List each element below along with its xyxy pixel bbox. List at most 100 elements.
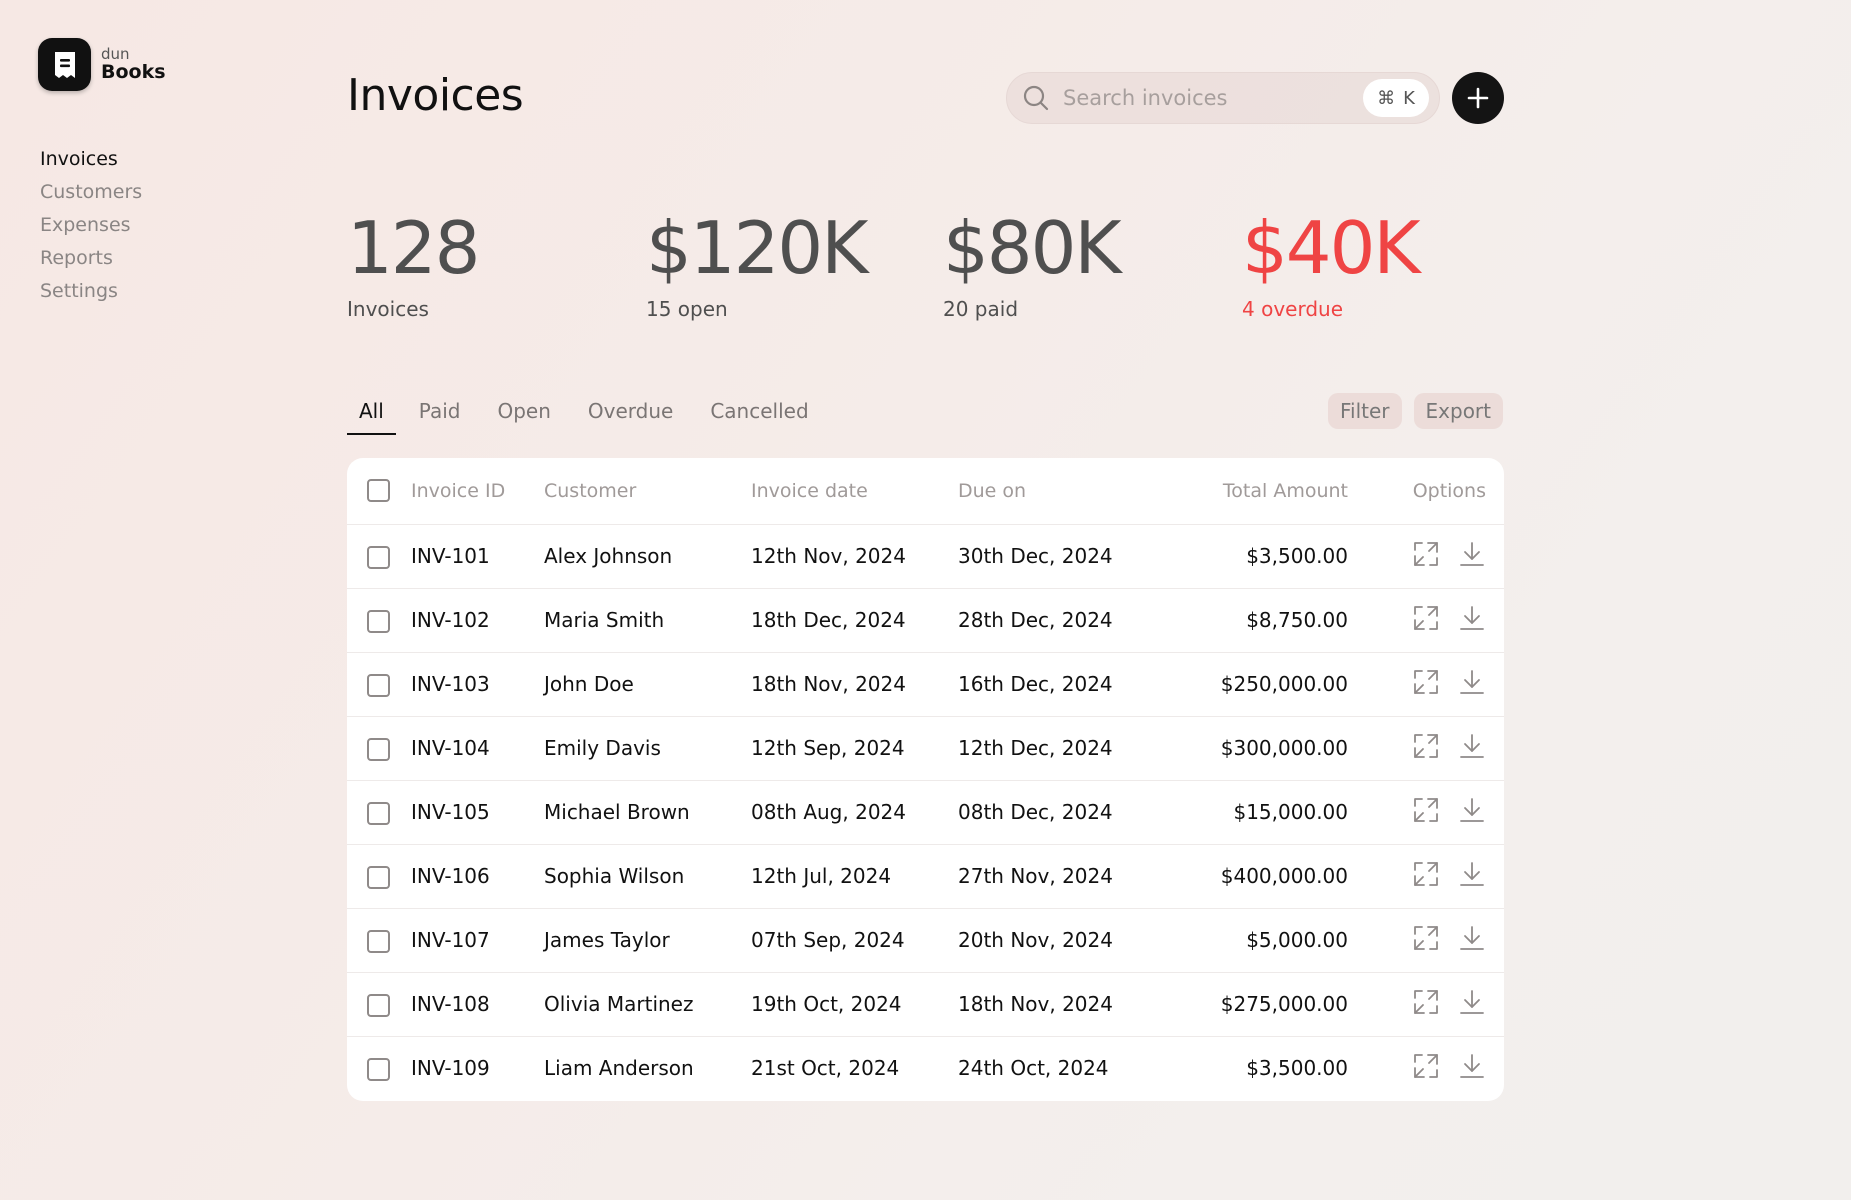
row-checkbox[interactable] bbox=[367, 1057, 390, 1081]
sidebar-nav: Invoices Customers Expenses Reports Sett… bbox=[40, 143, 142, 308]
customer-name: Olivia Martinez bbox=[544, 992, 694, 1016]
total-amount: $8,750.00 bbox=[1246, 608, 1348, 632]
due-date: 20th Nov, 2024 bbox=[958, 928, 1113, 952]
table-row[interactable]: INV-103 John Doe 18th Nov, 2024 16th Dec… bbox=[347, 652, 1504, 716]
stat-total-invoices: 128 Invoices bbox=[347, 205, 480, 321]
table-row[interactable]: INV-108 Olivia Martinez 19th Oct, 2024 1… bbox=[347, 972, 1504, 1036]
row-checkbox[interactable] bbox=[367, 673, 390, 697]
table-row[interactable]: INV-106 Sophia Wilson 12th Jul, 2024 27t… bbox=[347, 844, 1504, 908]
brand[interactable]: dun Books bbox=[38, 38, 166, 91]
due-date: 16th Dec, 2024 bbox=[958, 672, 1113, 696]
total-amount: $400,000.00 bbox=[1220, 864, 1348, 888]
sidebar-item-invoices[interactable]: Invoices bbox=[40, 143, 142, 176]
row-checkbox[interactable] bbox=[367, 993, 390, 1017]
row-checkbox[interactable] bbox=[367, 865, 390, 889]
filter-button[interactable]: Filter bbox=[1328, 393, 1402, 429]
invoices-table: Invoice ID Customer Invoice date Due on … bbox=[347, 458, 1504, 1101]
total-amount: $3,500.00 bbox=[1246, 1056, 1348, 1081]
download-icon[interactable] bbox=[1458, 540, 1486, 568]
search-icon bbox=[1021, 83, 1051, 113]
column-header-invoice-date[interactable]: Invoice date bbox=[751, 458, 958, 524]
total-amount: $275,000.00 bbox=[1220, 992, 1348, 1016]
due-date: 28th Dec, 2024 bbox=[958, 608, 1113, 632]
stat-value: $80K bbox=[943, 206, 1122, 290]
tab-overdue[interactable]: Overdue bbox=[588, 393, 673, 435]
due-date: 24th Oct, 2024 bbox=[958, 1056, 1109, 1081]
invoice-date: 19th Oct, 2024 bbox=[751, 992, 902, 1016]
column-header-customer[interactable]: Customer bbox=[544, 458, 751, 524]
customer-name: Alex Johnson bbox=[544, 544, 673, 568]
invoice-date: 12th Sep, 2024 bbox=[751, 736, 905, 760]
download-icon[interactable] bbox=[1458, 668, 1486, 696]
tab-paid[interactable]: Paid bbox=[419, 393, 461, 435]
expand-icon[interactable] bbox=[1412, 796, 1440, 824]
tab-open[interactable]: Open bbox=[497, 393, 550, 435]
invoice-date: 08th Aug, 2024 bbox=[751, 800, 906, 824]
download-icon[interactable] bbox=[1458, 924, 1486, 952]
expand-icon[interactable] bbox=[1412, 604, 1440, 632]
tab-all[interactable]: All bbox=[347, 393, 396, 435]
download-icon[interactable] bbox=[1458, 732, 1486, 760]
stat-value: 128 bbox=[347, 206, 480, 290]
total-amount: $15,000.00 bbox=[1233, 800, 1348, 824]
sidebar-item-settings[interactable]: Settings bbox=[40, 275, 142, 308]
expand-icon[interactable] bbox=[1412, 988, 1440, 1016]
column-header-total-amount[interactable]: Total Amount bbox=[1158, 458, 1348, 524]
table-row[interactable]: INV-107 James Taylor 07th Sep, 2024 20th… bbox=[347, 908, 1504, 972]
add-invoice-button[interactable] bbox=[1452, 72, 1504, 124]
select-all-checkbox[interactable] bbox=[367, 479, 390, 503]
total-amount: $3,500.00 bbox=[1246, 544, 1348, 568]
download-icon[interactable] bbox=[1458, 1052, 1486, 1080]
invoice-date: 21st Oct, 2024 bbox=[751, 1056, 900, 1081]
table-header-row: Invoice ID Customer Invoice date Due on … bbox=[347, 458, 1504, 524]
total-amount: $250,000.00 bbox=[1220, 672, 1348, 696]
plus-icon bbox=[1466, 86, 1490, 110]
download-icon[interactable] bbox=[1458, 860, 1486, 888]
customer-name: James Taylor bbox=[544, 928, 670, 952]
row-checkbox[interactable] bbox=[367, 545, 390, 569]
table-row[interactable]: INV-102 Maria Smith 18th Dec, 2024 28th … bbox=[347, 588, 1504, 652]
row-checkbox[interactable] bbox=[367, 609, 390, 633]
expand-icon[interactable] bbox=[1412, 732, 1440, 760]
sidebar-item-expenses[interactable]: Expenses bbox=[40, 209, 142, 242]
table-row[interactable]: INV-109 Liam Anderson 21st Oct, 2024 24t… bbox=[347, 1036, 1504, 1100]
brand-prefix: dun bbox=[101, 44, 130, 63]
download-icon[interactable] bbox=[1458, 988, 1486, 1016]
brand-name: Books bbox=[101, 61, 166, 84]
download-icon[interactable] bbox=[1458, 796, 1486, 824]
stat-open: $120K 15 open bbox=[646, 205, 868, 321]
table-row[interactable]: INV-105 Michael Brown 08th Aug, 2024 08t… bbox=[347, 780, 1504, 844]
expand-icon[interactable] bbox=[1412, 1052, 1440, 1080]
expand-icon[interactable] bbox=[1412, 668, 1440, 696]
due-date: 12th Dec, 2024 bbox=[958, 736, 1113, 760]
invoice-id: INV-101 bbox=[411, 544, 490, 568]
row-checkbox[interactable] bbox=[367, 737, 390, 761]
search-bar[interactable]: ⌘ K bbox=[1006, 72, 1440, 124]
search-input[interactable] bbox=[1063, 86, 1363, 110]
invoice-date: 12th Jul, 2024 bbox=[751, 864, 892, 888]
export-button[interactable]: Export bbox=[1413, 393, 1503, 429]
customer-name: Maria Smith bbox=[544, 608, 665, 632]
customer-name: John Doe bbox=[544, 672, 634, 696]
invoice-id: INV-107 bbox=[411, 928, 490, 952]
column-header-due-on[interactable]: Due on bbox=[958, 458, 1158, 524]
table-row[interactable]: INV-101 Alex Johnson 12th Nov, 2024 30th… bbox=[347, 524, 1504, 588]
expand-icon[interactable] bbox=[1412, 860, 1440, 888]
row-checkbox[interactable] bbox=[367, 929, 390, 953]
download-icon[interactable] bbox=[1458, 604, 1486, 632]
column-header-invoice-id[interactable]: Invoice ID bbox=[411, 458, 544, 524]
invoice-date: 12th Nov, 2024 bbox=[751, 544, 906, 568]
total-amount: $300,000.00 bbox=[1220, 736, 1348, 760]
row-checkbox[interactable] bbox=[367, 801, 390, 825]
tab-cancelled[interactable]: Cancelled bbox=[710, 393, 808, 435]
sidebar-item-reports[interactable]: Reports bbox=[40, 242, 142, 275]
invoice-id: INV-102 bbox=[411, 608, 490, 632]
table-row[interactable]: INV-104 Emily Davis 12th Sep, 2024 12th … bbox=[347, 716, 1504, 780]
sidebar-item-customers[interactable]: Customers bbox=[40, 176, 142, 209]
stat-value: $40K bbox=[1242, 206, 1421, 290]
stat-label: 15 open bbox=[646, 297, 728, 321]
expand-icon[interactable] bbox=[1412, 924, 1440, 952]
expand-icon[interactable] bbox=[1412, 540, 1440, 568]
customer-name: Liam Anderson bbox=[544, 1056, 694, 1081]
shortcut-key: K bbox=[1403, 87, 1415, 109]
